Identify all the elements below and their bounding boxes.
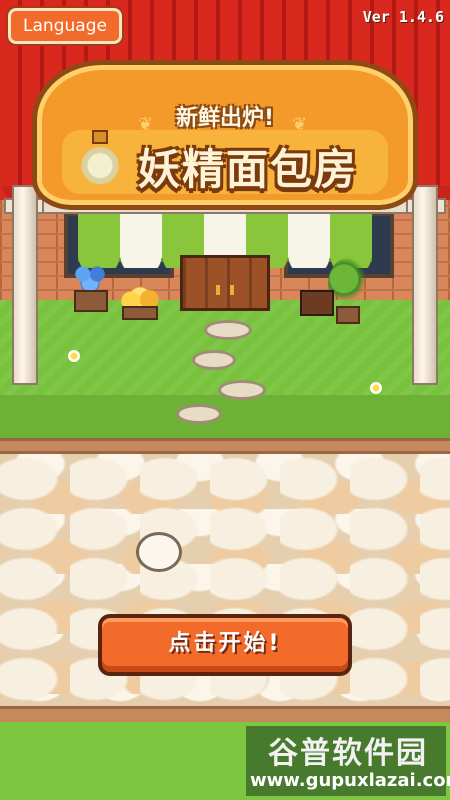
fairy-character bbox=[136, 532, 182, 572]
shop-door bbox=[180, 255, 270, 311]
daisy-flower bbox=[370, 382, 382, 394]
plant-pot bbox=[336, 306, 360, 324]
path-border-top bbox=[0, 438, 450, 454]
stepping-stone bbox=[192, 350, 236, 370]
logo-subtitle: 新鲜出炉! bbox=[175, 106, 275, 131]
menu-board bbox=[300, 290, 334, 316]
door-handle bbox=[216, 285, 220, 295]
pillar-left bbox=[12, 185, 38, 385]
language-button[interactable]: Language bbox=[8, 8, 122, 44]
blue-flowers bbox=[72, 262, 108, 292]
version-label: Ver 1.4.6 bbox=[362, 8, 444, 26]
path-border-bottom bbox=[0, 706, 450, 722]
stepping-stone bbox=[218, 380, 266, 400]
daisy-flower bbox=[68, 350, 80, 362]
game-title: 妖精面包房 bbox=[137, 145, 358, 194]
watermark-url: www.gupuxlazai.com bbox=[250, 770, 450, 791]
potted-plant bbox=[328, 258, 368, 310]
lawn-shadow bbox=[0, 395, 450, 440]
watermark-brand: 谷普软件园 bbox=[268, 736, 428, 771]
flower-stand bbox=[74, 290, 108, 312]
start-button[interactable]: 点击开始! bbox=[98, 614, 352, 676]
pillar-right bbox=[412, 185, 438, 385]
stepping-stone bbox=[204, 320, 252, 340]
flower-pot bbox=[122, 306, 158, 320]
door-handle bbox=[230, 285, 234, 295]
bottle-icon bbox=[80, 138, 120, 184]
bottle-cap bbox=[92, 130, 108, 144]
stepping-stone bbox=[176, 404, 222, 424]
